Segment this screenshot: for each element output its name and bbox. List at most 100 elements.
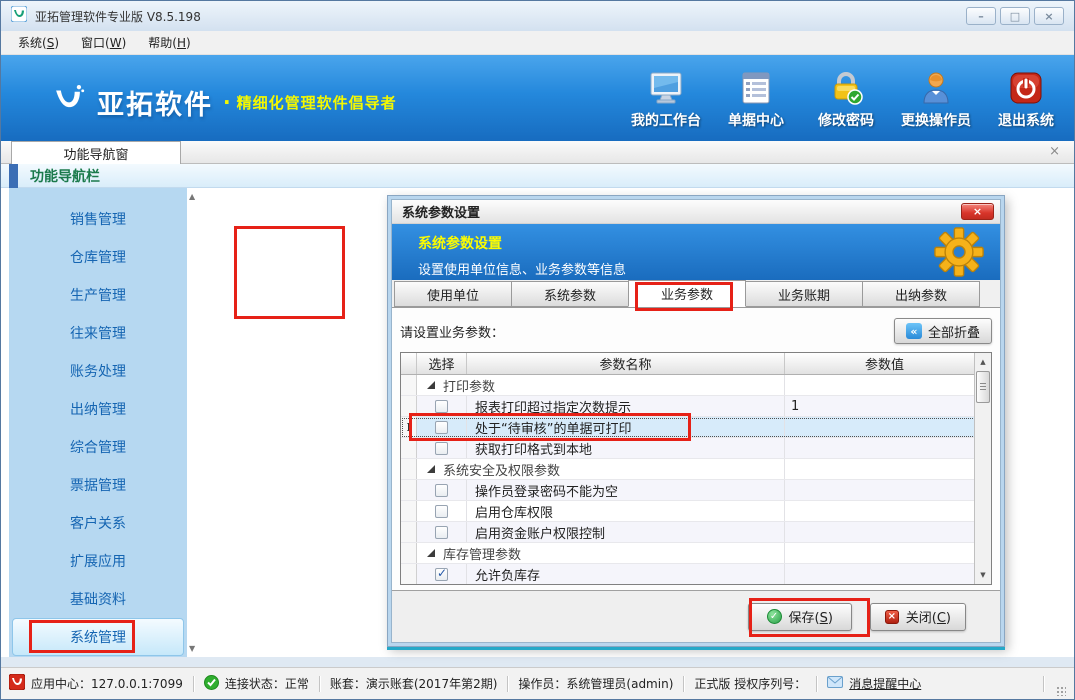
- table-scrollbar[interactable]: ▲ ▼: [974, 353, 991, 584]
- checkbox[interactable]: [435, 505, 448, 518]
- param-group-row[interactable]: 库存管理参数: [401, 543, 984, 564]
- sidebar-item[interactable]: 扩展应用: [9, 542, 187, 580]
- param-value-cell[interactable]: 1: [785, 396, 984, 416]
- toolbar-item[interactable]: 单据中心: [718, 69, 794, 130]
- sidebar-item[interactable]: 客户关系: [9, 504, 187, 542]
- param-row[interactable]: 操作员登录密码不能为空: [401, 480, 984, 501]
- menu-item[interactable]: 帮助(H): [137, 30, 201, 55]
- row-indicator-cell: [401, 375, 417, 395]
- checkbox[interactable]: [435, 421, 448, 434]
- dialog-tab[interactable]: 出纳参数: [862, 281, 980, 307]
- status-connection: 连接状态：正常: [204, 675, 309, 693]
- checkbox[interactable]: [435, 568, 448, 581]
- scroll-down-icon[interactable]: ▼: [189, 644, 195, 653]
- scrollbar-up-icon[interactable]: ▲: [975, 354, 991, 370]
- maximize-button[interactable]: □: [1000, 7, 1030, 25]
- group-name-cell[interactable]: 系统安全及权限参数: [417, 459, 785, 479]
- sidebar-item[interactable]: 系统管理: [12, 618, 184, 656]
- checkbox[interactable]: [435, 526, 448, 539]
- param-row[interactable]: 启用仓库权限: [401, 501, 984, 522]
- sidebar-item[interactable]: 生产管理: [9, 276, 187, 314]
- close-button[interactable]: ×: [1034, 7, 1064, 25]
- param-value-cell[interactable]: [785, 480, 984, 500]
- param-value-cell[interactable]: [785, 522, 984, 542]
- dialog-tab[interactable]: 业务账期: [745, 281, 863, 307]
- nav-sidebar: 销售管理 仓库管理 生产管理 往来管理 账务处理 出纳管理 综合管理 票据管理 …: [9, 188, 187, 657]
- param-checkbox-cell[interactable]: [417, 501, 467, 521]
- checkbox[interactable]: [435, 442, 448, 455]
- column-param-value[interactable]: 参数值: [785, 353, 984, 374]
- column-select[interactable]: 选择: [417, 353, 467, 374]
- save-button[interactable]: ✓ 保存(S): [748, 603, 852, 631]
- minimize-button[interactable]: –: [966, 7, 996, 25]
- sidebar-item[interactable]: 综合管理: [9, 428, 187, 466]
- expand-triangle-icon[interactable]: [427, 381, 435, 389]
- expand-triangle-icon[interactable]: [427, 465, 435, 473]
- toolbar-item[interactable]: 退出系统: [988, 69, 1064, 130]
- param-row[interactable]: 报表打印超过指定次数提示 1: [401, 396, 984, 417]
- app-center-icon: [9, 674, 25, 693]
- collapse-all-button[interactable]: « 全部折叠: [894, 318, 992, 344]
- dialog-close-button[interactable]: ×: [961, 203, 994, 220]
- sidebar-item[interactable]: 基础资料: [9, 580, 187, 618]
- sidebar-scrollbar: ▲ ▼: [187, 188, 201, 657]
- sidebar-item[interactable]: 票据管理: [9, 466, 187, 504]
- param-checkbox-cell[interactable]: [417, 522, 467, 542]
- scrollbar-thumb[interactable]: [976, 371, 990, 403]
- param-group-row[interactable]: 打印参数: [401, 375, 984, 396]
- dialog-tab[interactable]: 业务参数: [628, 280, 746, 307]
- status-bar: 应用中心：127.0.0.1:7099 连接状态：正常 账套：演示账套(2017…: [1, 667, 1074, 699]
- group-name-cell[interactable]: 库存管理参数: [417, 543, 785, 563]
- checkbox[interactable]: [435, 484, 448, 497]
- param-value-cell[interactable]: [785, 501, 984, 521]
- scrollbar-down-icon[interactable]: ▼: [975, 567, 991, 583]
- tab-function-navigation[interactable]: 功能导航窗: [11, 141, 181, 164]
- param-value-cell[interactable]: [785, 438, 984, 458]
- param-checkbox-cell[interactable]: [417, 417, 467, 437]
- checkbox[interactable]: [435, 400, 448, 413]
- toolbar-item[interactable]: 更换操作员: [898, 69, 974, 130]
- param-row[interactable]: 允许负库存: [401, 564, 984, 585]
- menu-item[interactable]: 窗口(W): [70, 30, 137, 55]
- group-name-cell[interactable]: 打印参数: [417, 375, 785, 395]
- param-row[interactable]: I 处于“待审核”的单据可打印: [401, 417, 984, 438]
- param-value-cell: [785, 375, 984, 395]
- sidebar-item[interactable]: 账务处理: [9, 352, 187, 390]
- toolbar-item[interactable]: 修改密码: [808, 69, 884, 130]
- param-checkbox-cell[interactable]: [417, 396, 467, 416]
- params-prompt: 请设置业务参数：: [400, 322, 504, 341]
- param-row[interactable]: 获取打印格式到本地: [401, 438, 984, 459]
- toolbar-item[interactable]: 我的工作台: [628, 69, 704, 130]
- param-checkbox-cell[interactable]: [417, 564, 467, 584]
- param-checkbox-cell[interactable]: [417, 438, 467, 458]
- parameter-table: 选择 参数名称 参数值 打印参数 报表打印超过指定次数提示 1 I 处于“待审核…: [400, 352, 992, 585]
- dialog-title: 系统参数设置: [402, 202, 480, 221]
- scroll-up-icon[interactable]: ▲: [189, 192, 195, 201]
- menu-item[interactable]: 系统(S): [7, 30, 70, 55]
- dialog-tab[interactable]: 使用单位: [394, 281, 512, 307]
- header-toolbar: 我的工作台 单据中心 修改密码 更换操作员: [628, 69, 1064, 130]
- tab-close-icon[interactable]: ×: [1049, 144, 1060, 159]
- sidebar-item[interactable]: 出纳管理: [9, 390, 187, 428]
- brand-name: 亚拓软件: [97, 83, 213, 122]
- param-value-cell[interactable]: [785, 417, 984, 437]
- close-dialog-button[interactable]: × 关闭(C): [870, 603, 966, 631]
- switch-operator-user-icon: [920, 69, 952, 105]
- sidebar-item[interactable]: 仓库管理: [9, 238, 187, 276]
- param-group-row[interactable]: 系统安全及权限参数: [401, 459, 984, 480]
- expand-triangle-icon[interactable]: [427, 549, 435, 557]
- sidebar-item[interactable]: 销售管理: [9, 200, 187, 238]
- param-row[interactable]: 启用资金账户权限控制: [401, 522, 984, 543]
- param-checkbox-cell[interactable]: [417, 480, 467, 500]
- envelope-icon: [827, 676, 843, 691]
- column-param-name[interactable]: 参数名称: [467, 353, 785, 374]
- resize-grip[interactable]: [1056, 686, 1066, 696]
- param-value-cell[interactable]: [785, 564, 984, 584]
- dialog-title-bar: 系统参数设置 ×: [392, 200, 1000, 224]
- status-license: 正式版 授权序列号：: [694, 675, 806, 692]
- document-center-icon: [740, 69, 772, 105]
- message-center-link[interactable]: 消息提醒中心: [827, 675, 921, 692]
- sidebar-item[interactable]: 往来管理: [9, 314, 187, 352]
- dialog-tab[interactable]: 系统参数: [511, 281, 629, 307]
- system-parameter-dialog: 系统参数设置 × 系统参数设置 设置使用单位信息、业务参数等信息: [387, 195, 1005, 647]
